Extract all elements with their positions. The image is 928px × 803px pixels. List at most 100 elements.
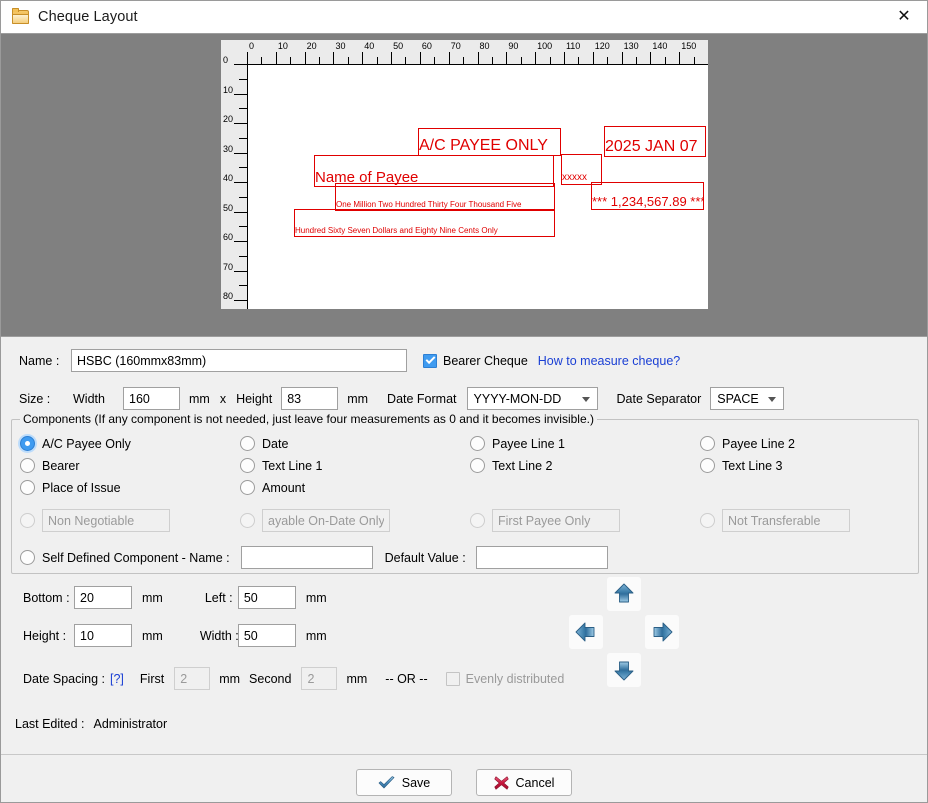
disabled-component-first-payee-only[interactable] xyxy=(470,509,620,532)
disabled-component-non-negotiable[interactable] xyxy=(20,509,170,532)
component-radio-payee-line-2[interactable]: Payee Line 2 xyxy=(700,436,795,451)
ruler-tick xyxy=(234,211,247,213)
radio-icon xyxy=(470,513,485,528)
cheque-component-label: A/C PAYEE ONLY xyxy=(419,137,548,154)
ruler-tick xyxy=(693,57,695,64)
component-radio-text-line-3[interactable]: Text Line 3 xyxy=(700,458,782,473)
first-unit: mm xyxy=(219,671,241,686)
height-input[interactable] xyxy=(281,387,339,410)
default-value-input[interactable] xyxy=(475,546,608,569)
ruler-label: 80 xyxy=(479,41,490,51)
second-spacing-input[interactable] xyxy=(301,667,338,690)
cheque-component-ac-payee-only[interactable]: A/C PAYEE ONLY xyxy=(418,128,561,156)
how-to-measure-link[interactable]: How to measure cheque? xyxy=(538,354,680,368)
cheque-preview-panel[interactable]: 0102030405060708090100110120130140150160… xyxy=(221,40,708,309)
evenly-distributed-label: Evenly distributed xyxy=(465,671,565,686)
ruler-tick xyxy=(679,52,681,64)
ruler-label: 0 xyxy=(249,41,255,51)
check-icon xyxy=(378,775,395,788)
first-spacing-input[interactable] xyxy=(174,667,211,690)
self-defined-label: Self Defined Component - Name : xyxy=(42,550,230,565)
ruler-label: 50 xyxy=(393,41,404,51)
vertical-ruler: 0 10 20 30 40 50 60 70 80 xyxy=(221,40,247,309)
component-radio-label: Payee Line 1 xyxy=(492,436,565,451)
bearer-cheque-checkbox[interactable]: Bearer Cheque xyxy=(423,353,528,368)
height-unit: mm xyxy=(347,391,369,406)
cheque-component-text-line-1[interactable]: One Million Two Hundred Thirty Four Thou… xyxy=(335,183,555,211)
or-label: -- OR -- xyxy=(385,671,428,686)
cheque-component-amount[interactable]: *** 1,234,567.89 *** xyxy=(591,182,704,210)
cheque-component-date[interactable]: 2025 JAN 07 xyxy=(604,126,706,157)
radio-icon xyxy=(240,513,255,528)
date-format-select[interactable]: YYYY-MON-DD xyxy=(466,387,598,410)
component-radio-payee-line-1[interactable]: Payee Line 1 xyxy=(470,436,565,451)
radio-icon xyxy=(20,480,35,495)
ruler-tick xyxy=(239,167,247,169)
name-input[interactable] xyxy=(71,349,407,372)
ruler-label: 90 xyxy=(508,41,519,51)
first-label: First xyxy=(139,671,165,686)
component-radio-bearer[interactable]: Bearer xyxy=(20,458,80,473)
ruler-tick xyxy=(362,52,364,64)
evenly-distributed-checkbox[interactable]: Evenly distributed xyxy=(445,671,565,686)
chevron-down-icon xyxy=(768,396,777,402)
ruler-label: 20 xyxy=(306,41,317,51)
cancel-button[interactable]: Cancel xyxy=(476,769,572,796)
component-radio-a-c-payee-only[interactable]: A/C Payee Only xyxy=(20,436,131,451)
date-spacing-label: Date Spacing : xyxy=(23,671,105,686)
close-x-icon xyxy=(493,775,509,790)
ruler-tick xyxy=(275,52,277,64)
width-input[interactable] xyxy=(123,387,180,410)
component-radio-text-line-1[interactable]: Text Line 1 xyxy=(240,458,322,473)
right-arrow-button[interactable] xyxy=(645,615,679,649)
height-measure-input[interactable] xyxy=(74,624,132,647)
ruler-label: 150 xyxy=(681,41,697,51)
checkbox-icon xyxy=(423,353,437,368)
component-radio-text-line-2[interactable]: Text Line 2 xyxy=(470,458,552,473)
ruler-tick xyxy=(234,182,247,184)
bottom-input[interactable] xyxy=(74,586,132,609)
date-spacing-help-link[interactable]: [?] xyxy=(110,672,124,686)
cheque-component-label: *** 1,234,567.89 *** xyxy=(592,194,704,209)
ruler-label: 130 xyxy=(623,41,639,51)
ruler-label: 60 xyxy=(421,41,432,51)
left-input[interactable] xyxy=(237,586,296,609)
close-icon[interactable]: ✕ xyxy=(881,2,927,32)
self-defined-row: Self Defined Component - Name : Default … xyxy=(20,546,608,569)
ruler-tick xyxy=(491,57,493,64)
component-radio-amount[interactable]: Amount xyxy=(240,480,305,495)
chevron-down-icon xyxy=(581,396,590,402)
date-separator-label: Date Separator xyxy=(616,391,702,406)
radio-icon xyxy=(700,458,715,473)
component-radio-label: Text Line 1 xyxy=(262,458,323,473)
disabled-component-ayable-on-date-only[interactable] xyxy=(240,509,390,532)
cheque-component-text-line-2[interactable]: Hundred Sixty Seven Dollars and Eighty N… xyxy=(294,209,555,237)
component-radio-date[interactable]: Date xyxy=(240,436,288,451)
width-measure-label: Width : xyxy=(199,628,239,643)
ruler-tick xyxy=(239,108,247,110)
down-arrow-button[interactable] xyxy=(607,653,641,687)
cheque-canvas[interactable]: A/C PAYEE ONLY 2025 JAN 07 Name of Payee xx… xyxy=(247,64,708,309)
save-button[interactable]: Save xyxy=(356,769,452,796)
self-defined-radio[interactable]: Self Defined Component - Name : xyxy=(20,550,230,565)
component-radio-label: Text Line 2 xyxy=(492,458,553,473)
save-button-label: Save xyxy=(401,775,431,790)
ruler-label: 70 xyxy=(223,261,234,272)
width-measure-input[interactable] xyxy=(237,624,296,647)
component-radio-place-of-issue[interactable]: Place of Issue xyxy=(20,480,121,495)
disabled-component-not-transferable[interactable] xyxy=(700,509,850,532)
second-unit: mm xyxy=(346,671,368,686)
radio-icon xyxy=(20,436,35,451)
left-arrow-button[interactable] xyxy=(569,615,603,649)
self-defined-name-input[interactable] xyxy=(240,546,373,569)
cheque-component-place-of-issue[interactable]: xxxxx xyxy=(561,154,602,185)
component-radio-label: Payee Line 2 xyxy=(722,436,795,451)
date-separator-select[interactable]: SPACE xyxy=(710,387,785,410)
size-label: Size : xyxy=(19,391,51,406)
ruler-tick xyxy=(650,52,652,64)
ruler-tick xyxy=(578,57,580,64)
up-arrow-button[interactable] xyxy=(607,577,641,611)
cheque-component-label: Hundred Sixty Seven Dollars and Eighty N… xyxy=(295,226,498,235)
disabled-component-input xyxy=(722,509,850,532)
ruler-label: 80 xyxy=(223,291,234,302)
